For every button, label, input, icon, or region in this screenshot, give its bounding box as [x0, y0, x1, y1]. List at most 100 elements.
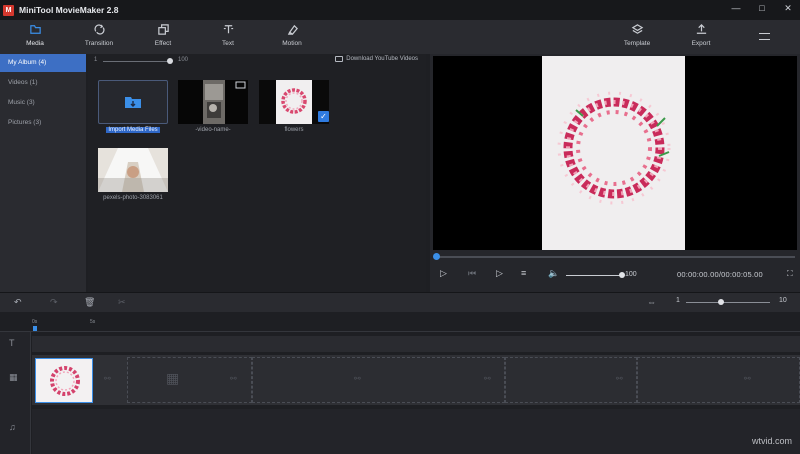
motion-tab-label: Motion — [282, 40, 302, 47]
timeline-zoom-slider[interactable] — [686, 302, 770, 303]
transition-link-icon[interactable]: ⚯ — [616, 374, 623, 383]
menu-hamburger-icon[interactable] — [759, 33, 770, 40]
track-labels: T ▦ ♫ — [0, 332, 31, 454]
timeline-clip-thumbnail — [36, 359, 92, 402]
delete-trash-icon[interactable]: 🗑 — [84, 297, 95, 308]
previous-frame-icon[interactable]: ⏮ — [468, 268, 476, 279]
media-folder-icon — [29, 25, 41, 34]
ruler-tick-5s: 5s — [90, 319, 96, 325]
media-tab-label: Media — [26, 40, 44, 47]
media-sidebar: My Album (4) Videos (1) Music (3) Pictur… — [0, 54, 86, 292]
transition-tab-label: Transition — [84, 40, 114, 47]
text-icon — [223, 25, 233, 34]
text-tab[interactable]: Text — [198, 23, 258, 47]
volume-icon[interactable]: 🔈 — [548, 268, 559, 279]
effect-icon — [157, 24, 169, 35]
thumb-size-min: 1 — [94, 57, 98, 63]
maximize-button[interactable]: □ — [756, 3, 768, 14]
transition-link-icon[interactable]: ⚯ — [484, 374, 491, 383]
export-button-label: Export — [691, 40, 711, 47]
download-youtube-label: Download YouTube Videos — [346, 56, 418, 62]
export-button[interactable]: Export — [671, 23, 731, 47]
clip-name-video: -video-name- — [195, 127, 231, 133]
seek-handle[interactable] — [433, 253, 440, 260]
sidebar-item-videos[interactable]: Videos (1) — [0, 74, 86, 92]
effect-tab-label: Effect — [154, 40, 172, 47]
volume-value: 100 — [625, 271, 637, 278]
transition-link-icon[interactable]: ⚯ — [744, 374, 751, 383]
clip-name-flowers: flowers — [284, 127, 304, 133]
playhead-marker[interactable] — [33, 326, 37, 331]
video-track-icon: ▦ — [9, 372, 18, 382]
timeline-toolbar: ↶ ↷ 🗑 ✂ ⇔ — [0, 292, 800, 312]
video-thumbnail — [178, 80, 248, 124]
media-clip-video[interactable] — [178, 80, 248, 124]
template-button-label: Template — [623, 40, 651, 47]
film-placeholder-icon: ▦ — [166, 370, 180, 386]
close-button[interactable]: ✕ — [782, 3, 794, 14]
download-youtube-link[interactable]: Download YouTube Videos — [335, 56, 418, 62]
timeline-ruler[interactable]: 0s 5s — [0, 312, 800, 332]
clip-name-pexels: pexels-photo-3083061 — [103, 195, 163, 201]
media-library-panel: 1 100 Download YouTube Videos Import Med… — [88, 54, 426, 292]
preview-frame — [433, 56, 797, 250]
text-track-icon: T — [9, 338, 15, 348]
preview-video — [433, 56, 797, 250]
play-icon[interactable]: ▷ — [440, 268, 447, 279]
music-track[interactable] — [32, 409, 800, 454]
export-upload-icon — [696, 24, 706, 34]
split-scissors-icon[interactable]: ✂ — [118, 297, 126, 308]
preview-player: ▷ ⏮ ▷ ≡ 🔈 100 00:00:00.00/00:00:05.00 ⛶ — [430, 54, 800, 292]
zoom-max: 10 — [779, 297, 787, 304]
media-clip-pexels[interactable] — [98, 148, 168, 192]
clip-selected-check-icon[interactable]: ✓ — [318, 111, 329, 122]
sidebar-item-my-album[interactable]: My Album (4) — [0, 54, 86, 72]
text-tab-label: Text — [222, 40, 234, 47]
text-track[interactable] — [32, 336, 800, 352]
music-track-icon: ♫ — [9, 422, 16, 432]
redo-icon[interactable]: ↷ — [50, 297, 58, 308]
app-title: MiniTool MovieMaker 2.8 — [19, 5, 119, 15]
fullscreen-icon[interactable]: ⛶ — [787, 269, 793, 279]
fit-timeline-icon[interactable]: ⇔ — [647, 297, 656, 307]
import-media-label: Import Media Files — [106, 127, 160, 133]
undo-icon[interactable]: ↶ — [14, 297, 22, 308]
transition-link-icon[interactable]: ⚯ — [354, 374, 361, 383]
minimize-button[interactable]: — — [730, 3, 742, 14]
motion-tab[interactable]: Motion — [262, 23, 322, 47]
effect-tab[interactable]: Effect — [133, 23, 193, 47]
video-track[interactable]: ▦ ⚯ ⚯ ⚯ ⚯ ⚯ ⚯ — [32, 355, 800, 405]
volume-slider[interactable] — [566, 275, 622, 276]
template-layers-icon — [631, 24, 643, 34]
timeline-zoom-handle[interactable] — [718, 299, 724, 305]
import-media-button[interactable] — [98, 80, 168, 124]
transition-tab[interactable]: Transition — [69, 23, 129, 47]
sidebar-item-music[interactable]: Music (3) — [0, 94, 86, 112]
thumb-size-max: 100 — [178, 57, 189, 63]
media-tab[interactable]: Media — [5, 23, 65, 47]
template-button[interactable]: Template — [607, 23, 667, 47]
transition-icon — [93, 24, 105, 35]
pexels-thumbnail — [98, 148, 168, 192]
thumb-size-slider[interactable] — [103, 61, 169, 62]
transition-link-icon[interactable]: ⚯ — [104, 374, 111, 383]
import-folder-icon — [125, 97, 141, 108]
transition-link-icon[interactable]: ⚯ — [230, 374, 237, 383]
timeline-clip-flowers[interactable] — [35, 358, 93, 403]
ruler-tick-0s: 0s — [32, 319, 38, 325]
empty-clip-slot[interactable] — [637, 357, 800, 403]
thumb-size-slider-handle[interactable] — [167, 58, 173, 64]
app-logo-icon: M — [3, 4, 14, 16]
zoom-min: 1 — [676, 297, 680, 304]
timecode-display: 00:00:00.00/00:00:05.00 — [677, 270, 763, 279]
sidebar-item-pictures[interactable]: Pictures (3) — [0, 114, 86, 132]
youtube-icon — [335, 56, 344, 62]
watermark-text: wtvid.com — [751, 436, 792, 446]
next-frame-icon[interactable]: ▷ — [496, 268, 503, 279]
main-toolbar: Media Transition Effect Text Motion Temp… — [0, 20, 800, 54]
stop-icon[interactable]: ≡ — [521, 268, 526, 278]
motion-icon — [287, 24, 298, 35]
empty-clip-slot[interactable] — [252, 357, 505, 403]
seek-bar[interactable] — [435, 256, 795, 258]
title-bar: M MiniTool MovieMaker 2.8 — □ ✕ — [0, 0, 800, 20]
